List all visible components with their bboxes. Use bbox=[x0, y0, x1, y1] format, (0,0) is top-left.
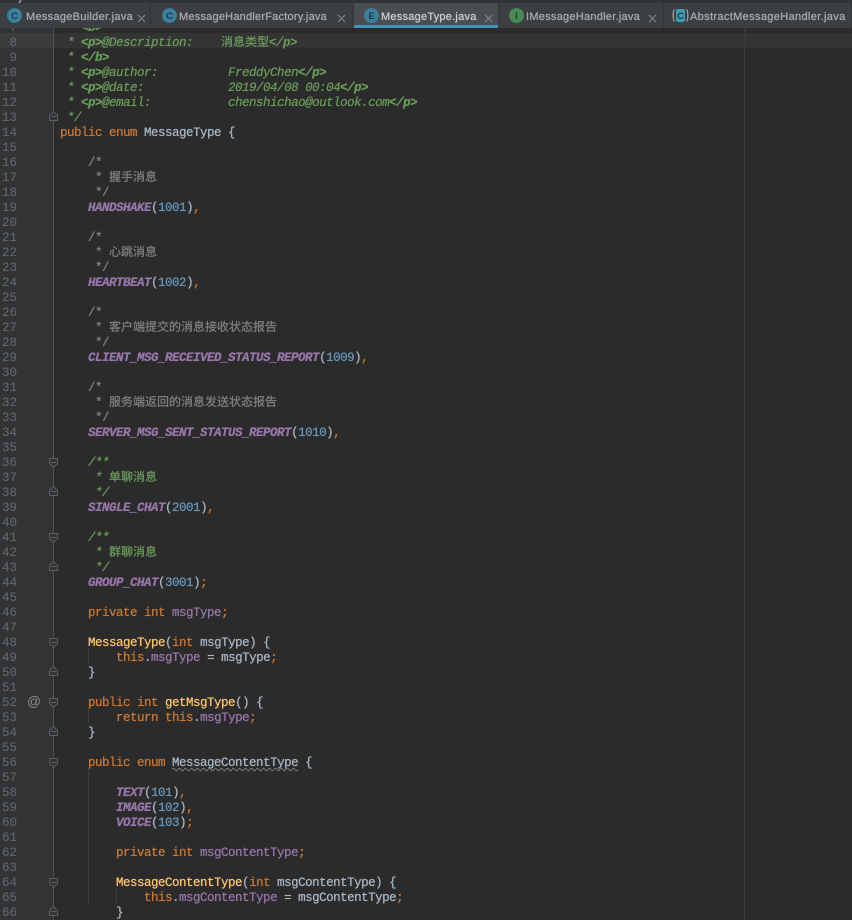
svg-text:E: E bbox=[368, 11, 374, 22]
svg-text:C: C bbox=[166, 11, 173, 22]
svg-text:C: C bbox=[677, 11, 684, 22]
svg-text:C: C bbox=[11, 11, 18, 22]
svg-text:I: I bbox=[515, 11, 518, 22]
